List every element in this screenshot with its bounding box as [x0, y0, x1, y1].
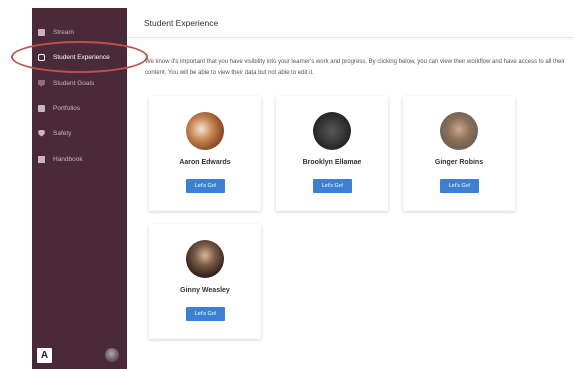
app-logo[interactable]: A — [37, 348, 52, 363]
portfolio-icon — [38, 104, 45, 112]
student-avatar — [186, 240, 224, 278]
sidebar-item-safety[interactable]: Safety — [32, 124, 127, 142]
sidebar-item-stream[interactable]: Stream — [32, 23, 127, 41]
goals-icon — [38, 79, 45, 87]
handbook-icon — [38, 155, 45, 163]
highlight-annotation — [11, 41, 148, 73]
student-name: Aaron Edwards — [179, 159, 231, 166]
student-name: Brooklyn Ellamae — [302, 159, 362, 166]
student-avatar — [440, 112, 478, 150]
sidebar-item-portfolios[interactable]: Portfolios — [32, 99, 127, 117]
sidebar-item-label: Student Goals — [53, 79, 95, 87]
stream-icon — [38, 28, 45, 36]
intro-text: We know it's important that you have vis… — [145, 59, 565, 76]
sidebar-item-label: Safety — [53, 129, 72, 137]
sidebar-item-handbook[interactable]: Handbook — [32, 150, 127, 168]
header: Student Experience — [127, 8, 574, 38]
student-card: Aaron Edwards Let's Go! — [149, 96, 261, 211]
lets-go-button[interactable]: Let's Go! — [186, 307, 225, 321]
student-name: Ginny Weasley — [180, 287, 230, 294]
sidebar-item-label: Stream — [53, 28, 74, 36]
shield-icon — [38, 129, 45, 137]
lets-go-button[interactable]: Let's Go! — [186, 179, 225, 193]
sidebar-item-label: Portfolios — [53, 104, 81, 112]
student-card: Brooklyn Ellamae Let's Go! — [276, 96, 388, 211]
lets-go-button[interactable]: Let's Go! — [440, 179, 479, 193]
student-card: Ginger Robins Let's Go! — [403, 96, 515, 211]
student-avatar — [313, 112, 351, 150]
student-card: Ginny Weasley Let's Go! — [149, 224, 261, 339]
avatar[interactable] — [105, 348, 119, 362]
student-avatar — [186, 112, 224, 150]
student-name: Ginger Robins — [434, 159, 484, 166]
sidebar-item-label: Handbook — [53, 155, 83, 163]
page-title: Student Experience — [144, 18, 219, 28]
sidebar-item-student-goals[interactable]: Student Goals — [32, 74, 127, 92]
lets-go-button[interactable]: Let's Go! — [313, 179, 352, 193]
